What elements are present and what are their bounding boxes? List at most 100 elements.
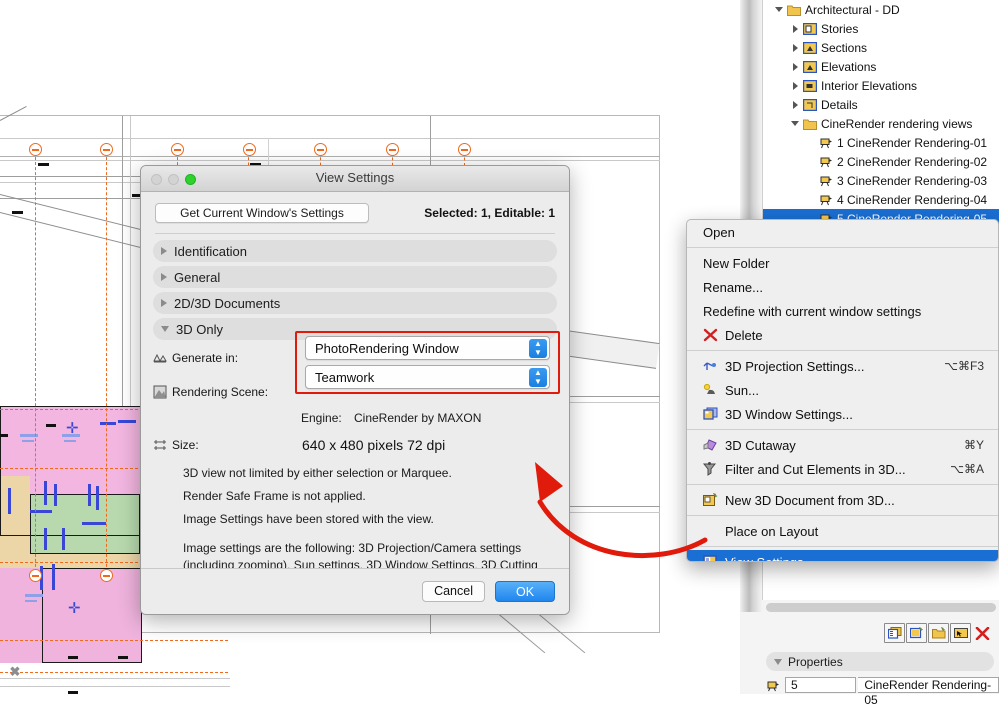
chevron-updown-icon[interactable]: ▲ ▼ xyxy=(529,368,547,387)
info-line: 3D view not limited by either selection … xyxy=(183,466,452,480)
tree-item-2-cinerender-rendering-02[interactable]: 2 CineRender Rendering-02 xyxy=(763,152,999,171)
sections-icon xyxy=(802,41,818,54)
menu-item-redefine-with-current-window-settings[interactable]: Redefine with current window settings xyxy=(687,299,998,323)
cancel-button[interactable]: Cancel xyxy=(422,581,485,602)
tree-item-label: 2 CineRender Rendering-02 xyxy=(837,154,988,169)
menu-item-rename[interactable]: Rename... xyxy=(687,275,998,299)
generate-in-label: Generate in: xyxy=(172,351,239,365)
folder-icon xyxy=(803,118,817,130)
rendering-scene-label: Rendering Scene: xyxy=(172,385,269,399)
engine-row: Engine: CineRender by MAXON xyxy=(153,411,557,425)
scrollbar-thumb[interactable] xyxy=(766,603,996,612)
delete-x-icon xyxy=(703,328,718,342)
tree-item-cinerender-rendering-views[interactable]: CineRender rendering views xyxy=(763,114,999,133)
settings-section-general[interactable]: General xyxy=(153,266,557,288)
menu-item-label: Place on Layout xyxy=(725,523,819,539)
menu-item-open[interactable]: Open xyxy=(687,220,998,244)
menu-item-label: Rename... xyxy=(703,279,763,295)
chevron-right-icon[interactable] xyxy=(791,43,800,52)
menu-item-delete[interactable]: Delete xyxy=(687,323,998,347)
new-3d-document-icon xyxy=(703,493,718,507)
camera-icon xyxy=(819,194,833,206)
rendering-scene-value: Teamwork xyxy=(315,369,375,385)
menu-item-3d-window-settings[interactable]: 3D Window Settings... xyxy=(687,402,998,426)
chevron-right-icon[interactable] xyxy=(791,81,800,90)
settings-section-2d-3d-documents[interactable]: 2D/3D Documents xyxy=(153,292,557,314)
close-icon[interactable]: ✖ xyxy=(9,665,21,678)
menu-item-label: Open xyxy=(703,224,735,240)
view-settings-dialog[interactable]: View Settings Get Current Window's Setti… xyxy=(140,165,570,615)
chevron-down-icon xyxy=(161,326,169,332)
tree-item-architectural-dd[interactable]: Architectural - DD xyxy=(763,0,999,19)
tree-item-stories[interactable]: Stories xyxy=(763,19,999,38)
chevron-updown-icon[interactable]: ▲ ▼ xyxy=(529,339,547,358)
context-menu[interactable]: Open New Folder Rename... Redefine with cur… xyxy=(686,219,999,562)
chevron-right-icon[interactable] xyxy=(791,24,800,33)
menu-item-new-3d-document-from-3d[interactable]: New 3D Document from 3D... xyxy=(687,488,998,512)
tree-item-label: Architectural - DD xyxy=(805,2,900,17)
tree-item-3-cinerender-rendering-03[interactable]: 3 CineRender Rendering-03 xyxy=(763,171,999,190)
view-settings-icon xyxy=(703,555,718,561)
camera-icon xyxy=(819,156,833,168)
menu-item-label: Filter and Cut Elements in 3D... xyxy=(725,461,906,477)
chevron-down-icon[interactable] xyxy=(775,5,784,14)
view-name-field[interactable]: CineRender Rendering-05 xyxy=(858,677,999,707)
menu-item-view-settings[interactable]: View Settings... xyxy=(687,550,998,561)
tree-item-interior-elevations[interactable]: Interior Elevations xyxy=(763,76,999,95)
chevron-right-icon xyxy=(161,247,167,255)
sun-icon xyxy=(703,383,718,397)
divider xyxy=(155,233,555,234)
chevron-down-icon[interactable] xyxy=(791,119,800,128)
folder-icon xyxy=(787,4,801,16)
chevron-right-icon xyxy=(161,273,167,281)
clone-view-icon[interactable] xyxy=(884,623,905,643)
properties-header[interactable]: Properties xyxy=(766,652,994,671)
navigator-horizontal-scrollbar[interactable] xyxy=(766,603,996,612)
menu-item-new-folder[interactable]: New Folder xyxy=(687,251,998,275)
camera-icon xyxy=(766,679,781,692)
chevron-down-icon xyxy=(774,658,782,665)
menu-item-3d-cutaway[interactable]: 3D Cutaway ⌘Y xyxy=(687,433,998,457)
chevron-right-icon[interactable] xyxy=(791,62,800,71)
section-label: 2D/3D Documents xyxy=(174,295,281,311)
navigator-toolbar xyxy=(762,620,999,646)
generate-in-dropdown[interactable]: PhotoRendering Window ▲ ▼ xyxy=(305,336,550,360)
menu-separator xyxy=(687,350,998,351)
tree-item-sections[interactable]: Sections xyxy=(763,38,999,57)
ok-button[interactable]: OK xyxy=(495,581,555,602)
menu-item-shortcut: ⌥⌘F3 xyxy=(944,359,984,373)
new-view-icon[interactable] xyxy=(906,623,927,643)
menu-item-shortcut: ⌘Y xyxy=(963,438,984,452)
tree-item-4-cinerender-rendering-04[interactable]: 4 CineRender Rendering-04 xyxy=(763,190,999,209)
engine-value: CineRender by MAXON xyxy=(354,411,482,425)
tree-item-label: Elevations xyxy=(821,59,877,74)
place-on-layout-icon[interactable] xyxy=(950,623,971,643)
chevron-right-icon[interactable] xyxy=(791,100,800,109)
tree-item-label: Interior Elevations xyxy=(821,78,918,93)
view-id-field[interactable]: 5 xyxy=(785,677,857,693)
properties-row: 5 CineRender Rendering-05 xyxy=(762,676,999,707)
menu-item-3d-projection-settings[interactable]: 3D Projection Settings... ⌥⌘F3 xyxy=(687,354,998,378)
get-current-window-settings-button[interactable]: Get Current Window's Settings xyxy=(155,203,369,223)
info-line: Image Settings have been stored with the… xyxy=(183,512,434,526)
delete-icon[interactable] xyxy=(972,623,993,643)
tree-item-1-cinerender-rendering-01[interactable]: 1 CineRender Rendering-01 xyxy=(763,133,999,152)
settings-section-identification[interactable]: Identification xyxy=(153,240,557,262)
tree-item-elevations[interactable]: Elevations xyxy=(763,57,999,76)
filter-icon xyxy=(702,462,718,476)
menu-item-label: Delete xyxy=(725,327,763,343)
tree-item-details[interactable]: Details xyxy=(763,95,999,114)
dialog-titlebar[interactable]: View Settings xyxy=(141,166,569,192)
menu-icon-spacer xyxy=(703,524,718,538)
rendering-scene-dropdown[interactable]: Teamwork ▲ ▼ xyxy=(305,365,550,389)
selection-status: Selected: 1, Editable: 1 xyxy=(424,206,555,220)
camera-icon xyxy=(819,175,833,187)
tree-item-label: Stories xyxy=(821,21,859,36)
menu-item-place-on-layout[interactable]: Place on Layout xyxy=(687,519,998,543)
menu-item-sun[interactable]: Sun... xyxy=(687,378,998,402)
menu-item-filter-and-cut-elements-in-3d[interactable]: Filter and Cut Elements in 3D... ⌥⌘A xyxy=(687,457,998,481)
menu-item-label: Redefine with current window settings xyxy=(703,303,922,319)
new-folder-icon[interactable] xyxy=(928,623,949,643)
